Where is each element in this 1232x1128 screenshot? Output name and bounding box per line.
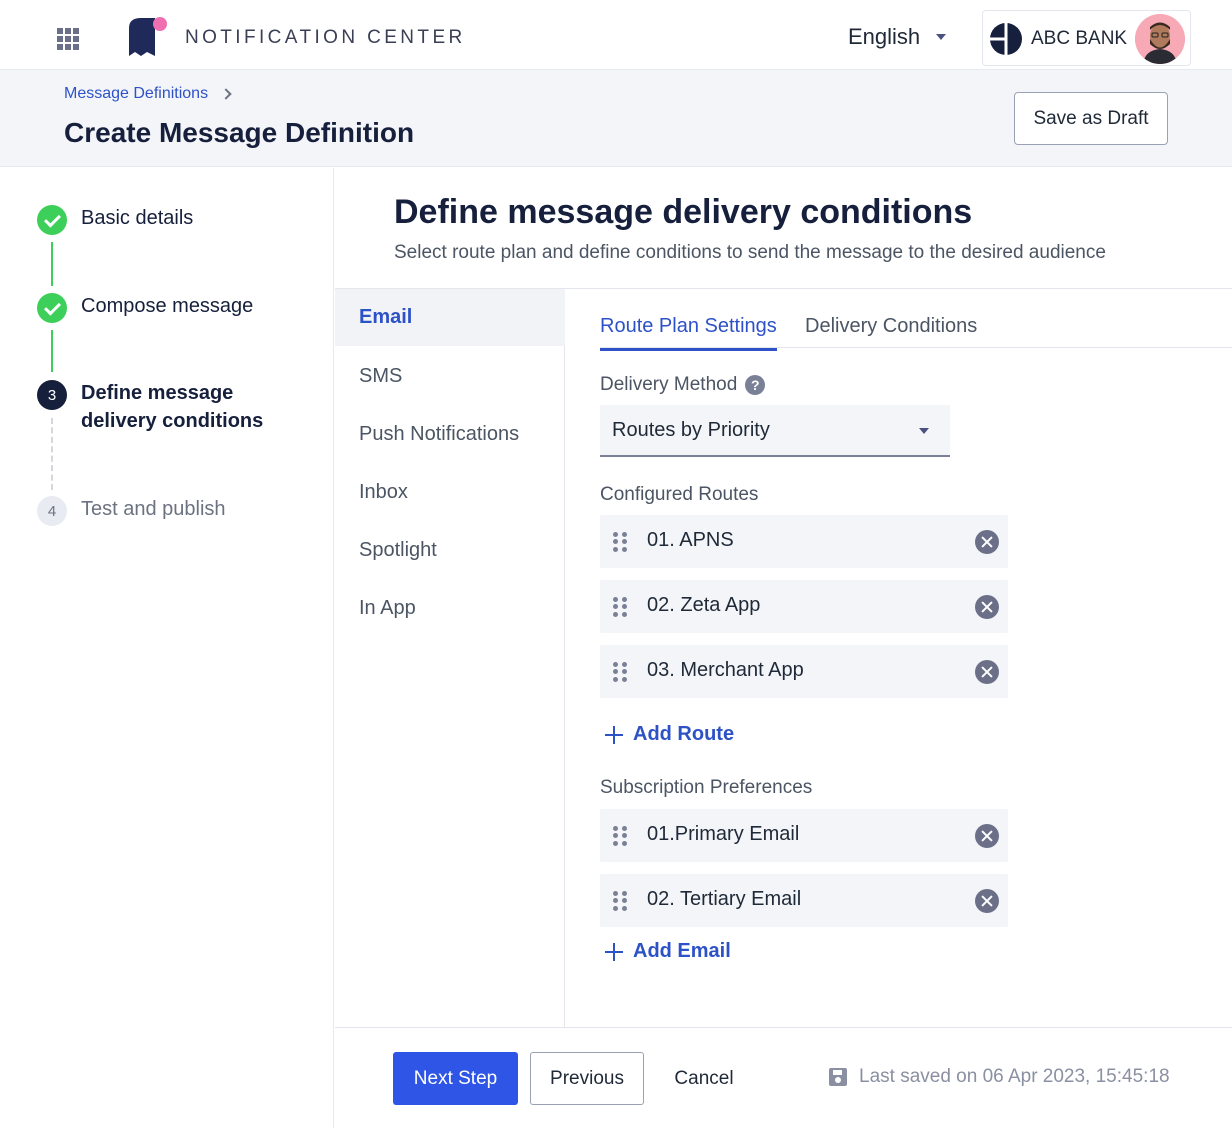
subscription-label: 02. Tertiary Email	[647, 888, 802, 910]
check-circle-icon	[37, 293, 67, 323]
plus-icon	[605, 942, 623, 961]
main-content: Define message delivery conditions Selec…	[335, 168, 1232, 1028]
channel-sms[interactable]: SMS	[335, 348, 565, 405]
channel-inbox[interactable]: Inbox	[335, 464, 565, 521]
step-connector	[51, 330, 53, 372]
step-label-define-delivery[interactable]: Define message delivery conditions	[81, 379, 281, 435]
route-chip: 03. Merchant App	[600, 645, 1008, 698]
step-number-todo: 4	[37, 496, 67, 526]
step-connector	[51, 242, 53, 286]
app-title: NOTIFICATION CENTER	[185, 27, 466, 48]
step-label-compose-message[interactable]: Compose message	[81, 292, 253, 320]
page-title: Create Message Definition	[64, 117, 415, 148]
add-route-button[interactable]: Add Route	[605, 723, 734, 746]
route-label: 02. Zeta App	[647, 594, 761, 616]
breadcrumb: Message Definitions	[64, 85, 232, 103]
drag-handle-icon[interactable]	[613, 891, 627, 911]
next-step-button[interactable]: Next Step	[393, 1052, 518, 1105]
last-saved-status: Last saved on 06 Apr 2023, 15:45:18	[829, 1066, 1170, 1088]
stepper: Basic details Compose message 3 Define m…	[0, 168, 334, 1128]
top-bar: NOTIFICATION CENTER English ABC BANK	[0, 0, 1232, 70]
tab-delivery-conditions[interactable]: Delivery Conditions	[805, 315, 977, 348]
account-switcher[interactable]: ABC BANK	[982, 10, 1191, 66]
subscription-label: 01.Primary Email	[647, 823, 800, 845]
language-selector[interactable]: English	[848, 24, 947, 50]
breadcrumb-message-definitions[interactable]: Message Definitions	[64, 85, 208, 103]
channel-list: Email SMS Push Notifications Inbox Spotl…	[335, 289, 565, 1028]
help-icon[interactable]: ?	[745, 375, 766, 395]
footer-actions: Next Step Previous Cancel Last saved on …	[335, 1027, 1232, 1128]
user-avatar-icon	[1135, 14, 1185, 64]
remove-route-icon[interactable]	[975, 530, 999, 554]
step-label-basic-details[interactable]: Basic details	[81, 204, 193, 232]
notification-center-logo-icon	[129, 17, 167, 56]
check-circle-icon	[37, 205, 67, 235]
caret-down-icon	[919, 428, 929, 434]
channel-email[interactable]: Email	[335, 289, 565, 346]
drag-handle-icon[interactable]	[613, 826, 627, 846]
remove-subscription-icon[interactable]	[975, 824, 999, 848]
add-route-label: Add Route	[633, 723, 735, 745]
bank-logo-icon	[989, 22, 1022, 56]
plus-icon	[605, 725, 623, 744]
delivery-method-label: Delivery Method ?	[600, 374, 766, 396]
delivery-method-value: Routes by Priority	[612, 418, 770, 441]
subscription-preferences-label: Subscription Preferences	[600, 777, 813, 798]
remove-route-icon[interactable]	[975, 595, 999, 619]
subscription-chip: 02. Tertiary Email	[600, 874, 1008, 927]
language-label: English	[848, 24, 921, 49]
floppy-disk-icon	[829, 1068, 847, 1086]
section-subtitle: Select route plan and define conditions …	[394, 242, 1106, 263]
bank-name: ABC BANK	[1031, 28, 1128, 49]
save-as-draft-button[interactable]: Save as Draft	[1014, 92, 1168, 145]
channel-spotlight[interactable]: Spotlight	[335, 522, 565, 579]
subscription-chip: 01.Primary Email	[600, 809, 1008, 862]
caret-down-icon	[936, 34, 947, 40]
remove-route-icon[interactable]	[975, 660, 999, 684]
route-label: 03. Merchant App	[647, 659, 804, 681]
chevron-right-icon	[220, 88, 232, 100]
user-avatar[interactable]	[1135, 14, 1185, 64]
previous-button[interactable]: Previous	[530, 1052, 644, 1105]
step-number-current: 3	[37, 380, 67, 410]
route-chip: 01. APNS	[600, 515, 1008, 568]
configured-routes-label: Configured Routes	[600, 484, 759, 505]
delivery-method-select[interactable]: Routes by Priority	[600, 405, 950, 457]
tab-route-plan-settings[interactable]: Route Plan Settings	[600, 315, 777, 351]
channel-in-app[interactable]: In App	[335, 580, 565, 637]
add-email-label: Add Email	[633, 940, 731, 962]
page-header: Message Definitions Create Message Defin…	[0, 70, 1232, 167]
tab-bar: Route Plan Settings Delivery Conditions	[600, 308, 1232, 351]
delivery-method-label-text: Delivery Method	[600, 374, 738, 395]
drag-handle-icon[interactable]	[613, 597, 627, 617]
add-email-button[interactable]: Add Email	[605, 940, 731, 963]
drag-handle-icon[interactable]	[613, 532, 627, 552]
drag-handle-icon[interactable]	[613, 662, 627, 682]
step-connector-pending	[51, 418, 53, 490]
last-saved-text: Last saved on 06 Apr 2023, 15:45:18	[859, 1066, 1170, 1087]
step-label-test-publish[interactable]: Test and publish	[81, 495, 226, 523]
app-grid-icon[interactable]	[57, 28, 79, 50]
remove-subscription-icon[interactable]	[975, 889, 999, 913]
section-title: Define message delivery conditions	[394, 193, 973, 231]
route-chip: 02. Zeta App	[600, 580, 1008, 633]
cancel-button[interactable]: Cancel	[660, 1052, 748, 1105]
channel-push-notifications[interactable]: Push Notifications	[335, 406, 565, 463]
route-label: 01. APNS	[647, 529, 734, 551]
